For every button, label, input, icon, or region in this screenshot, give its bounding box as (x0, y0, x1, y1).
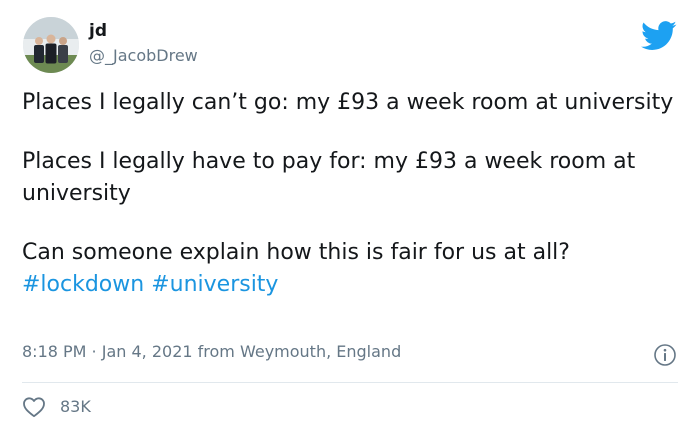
tweet-line-3: Can someone explain how this is fair for… (22, 240, 570, 265)
tweet-line-2: Places I legally have to pay for: my £93… (22, 149, 636, 206)
divider (22, 382, 678, 383)
tweet-time[interactable]: 8:18 PM (22, 342, 86, 361)
tweet-card: jd @_JacobDrew Places I legally can’t go… (0, 0, 700, 433)
author-display-name[interactable]: jd (89, 21, 107, 41)
tweet-location: from Weymouth, England (192, 342, 402, 361)
avatar-photo-icon (23, 17, 79, 73)
tweet-text: Places I legally can’t go: my £93 a week… (22, 87, 682, 301)
tweet-metadata: 8:18 PM · Jan 4, 2021 from Weymouth, Eng… (22, 341, 401, 363)
heart-icon[interactable] (22, 396, 46, 418)
tweet-line-3-block: Can someone explain how this is fair for… (22, 237, 682, 301)
tweet-line-1: Places I legally can’t go: my £93 a week… (22, 90, 674, 115)
hashtag-university[interactable]: #university (151, 272, 278, 297)
twitter-bird-icon[interactable] (640, 21, 678, 51)
hashtag-lockdown[interactable]: #lockdown (22, 272, 144, 297)
like-action[interactable]: 83K (22, 395, 91, 419)
like-count: 83K (60, 397, 91, 416)
author-handle[interactable]: @_JacobDrew (89, 46, 198, 66)
meta-separator: · (86, 342, 102, 361)
avatar[interactable] (23, 17, 79, 73)
tweet-date[interactable]: Jan 4, 2021 (102, 342, 193, 361)
info-icon[interactable] (653, 343, 677, 367)
